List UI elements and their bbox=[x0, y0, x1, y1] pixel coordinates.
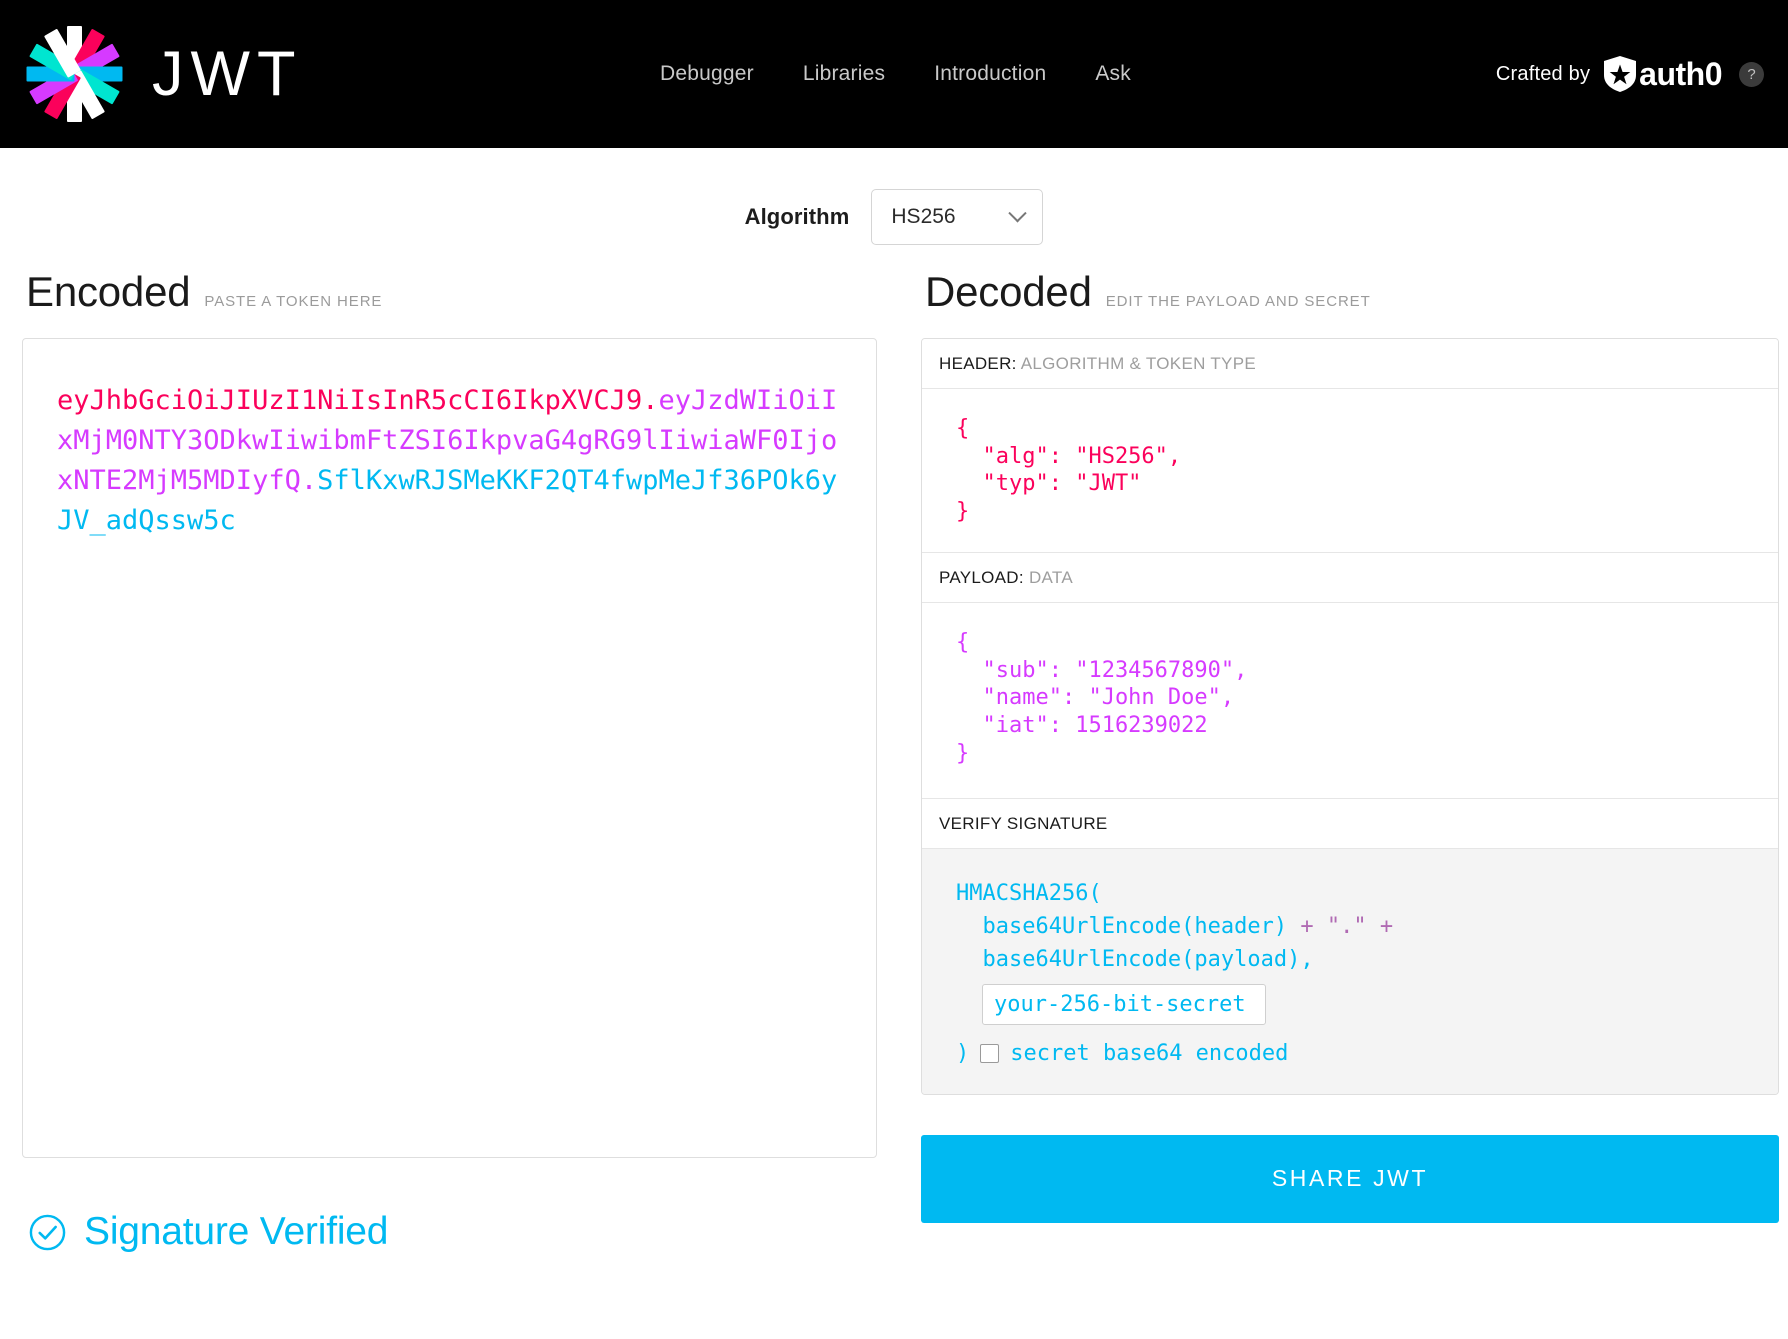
encoded-title: Encoded bbox=[26, 268, 191, 315]
signature-status: Signature Verified bbox=[22, 1158, 877, 1254]
check-circle-icon bbox=[29, 1214, 66, 1250]
payload-json-editor[interactable]: { "sub": "1234567890", "name": "John Doe… bbox=[922, 603, 1778, 799]
brand[interactable]: JWT bbox=[22, 22, 302, 126]
nav-item-ask[interactable]: Ask bbox=[1095, 62, 1131, 86]
closing-paren: ) bbox=[956, 1040, 970, 1066]
nav-item-libraries[interactable]: Libraries bbox=[803, 62, 885, 86]
base64-encoded-label[interactable]: secret base64 encoded bbox=[1010, 1037, 1288, 1070]
hmac-line-2: base64UrlEncode(header) + "." + bbox=[956, 910, 1748, 943]
hmac-plus-2: + bbox=[1379, 913, 1394, 939]
hmac-line-3: base64UrlEncode(payload), bbox=[956, 946, 1314, 972]
chevron-down-icon bbox=[1008, 203, 1028, 222]
decoded-title: Decoded bbox=[925, 268, 1092, 315]
verify-close-row: ) secret base64 encoded bbox=[956, 1029, 1748, 1070]
auth0-wordmark: auth0 bbox=[1639, 56, 1722, 92]
top-navbar: JWT Debugger Libraries Introduction Ask … bbox=[0, 0, 1788, 148]
verify-section-label: VERIFY SIGNATURE bbox=[922, 798, 1778, 849]
header-label-strong: HEADER: bbox=[939, 354, 1017, 373]
nav-item-debugger[interactable]: Debugger bbox=[660, 62, 754, 86]
jwt-wordmark: JWT bbox=[152, 38, 303, 109]
auth0-logo[interactable]: auth0 bbox=[1603, 55, 1722, 93]
payload-label-muted: DATA bbox=[1028, 567, 1073, 587]
algorithm-select[interactable]: HS256 bbox=[871, 189, 1044, 245]
decoded-column: Decoded EDIT THE PAYLOAD AND SECRET HEAD… bbox=[921, 258, 1779, 1223]
hmac-dot-literal: "." bbox=[1313, 913, 1380, 939]
token-separator-1: . bbox=[642, 385, 659, 416]
main-content: Encoded PASTE A TOKEN HERE eyJhbGciOiJIU… bbox=[0, 258, 1788, 1254]
algorithm-label: Algorithm bbox=[744, 204, 850, 229]
encoded-heading: Encoded PASTE A TOKEN HERE bbox=[22, 258, 877, 338]
share-jwt-button[interactable]: SHARE JWT bbox=[921, 1134, 1779, 1223]
algorithm-row: Algorithm HS256 bbox=[0, 148, 1788, 258]
nav-item-introduction[interactable]: Introduction bbox=[934, 62, 1046, 86]
decoded-subtitle: EDIT THE PAYLOAD AND SECRET bbox=[1105, 293, 1371, 310]
crafted-by-label: Crafted by bbox=[1495, 62, 1591, 85]
payload-label-strong: PAYLOAD: bbox=[939, 567, 1024, 587]
base64-encoded-checkbox[interactable] bbox=[980, 1043, 1000, 1063]
hmac-plus-1: + bbox=[1300, 913, 1314, 939]
encoded-column: Encoded PASTE A TOKEN HERE eyJhbGciOiJIU… bbox=[22, 258, 877, 1254]
hmac-line-1: HMACSHA256( bbox=[956, 880, 1102, 906]
signature-status-text: Signature Verified bbox=[84, 1210, 389, 1253]
header-section-label: HEADER: ALGORITHM & TOKEN TYPE bbox=[922, 339, 1778, 389]
payload-section-label: PAYLOAD: DATA bbox=[922, 552, 1778, 603]
hmac-header-encode: base64UrlEncode(header) bbox=[956, 913, 1301, 939]
nav-right: Crafted by auth0 ? bbox=[1496, 55, 1764, 93]
verify-signature-area: HMACSHA256( base64UrlEncode(header) + ".… bbox=[922, 848, 1778, 1094]
encoded-subtitle: PASTE A TOKEN HERE bbox=[204, 293, 383, 310]
decoded-heading: Decoded EDIT THE PAYLOAD AND SECRET bbox=[921, 258, 1779, 338]
decoded-panel: HEADER: ALGORITHM & TOKEN TYPE { "alg": … bbox=[921, 338, 1779, 1095]
help-icon[interactable]: ? bbox=[1739, 61, 1764, 87]
secret-input[interactable] bbox=[982, 983, 1266, 1025]
nav-links: Debugger Libraries Introduction Ask bbox=[660, 62, 1131, 86]
token-separator-2: . bbox=[300, 464, 318, 496]
verify-label: VERIFY SIGNATURE bbox=[939, 813, 1108, 833]
encoded-token-input[interactable]: eyJhbGciOiJIUzI1NiIsInR5cCI6IkpXVCJ9.eyJ… bbox=[22, 338, 877, 1158]
jwt-logo-icon bbox=[22, 22, 126, 126]
token-header-segment: eyJhbGciOiJIUzI1NiIsInR5cCI6IkpXVCJ9 bbox=[57, 385, 643, 416]
auth0-shield-icon bbox=[1604, 56, 1637, 92]
algorithm-selected-value: HS256 bbox=[891, 205, 956, 228]
secret-row bbox=[956, 976, 1748, 1029]
header-label-muted: ALGORITHM & TOKEN TYPE bbox=[1020, 354, 1256, 373]
encoded-token-text: eyJhbGciOiJIUzI1NiIsInR5cCI6IkpXVCJ9.eyJ… bbox=[57, 381, 842, 541]
header-json-editor[interactable]: { "alg": "HS256", "typ": "JWT" } bbox=[922, 389, 1778, 553]
